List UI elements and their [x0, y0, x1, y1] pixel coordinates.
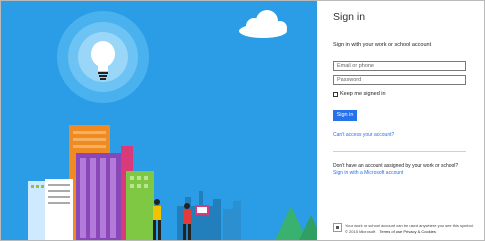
email-field[interactable]	[333, 61, 466, 71]
copyright-text: © 2015 Microsoft	[345, 229, 376, 234]
no-account-text: Don't have an account assigned by your w…	[333, 163, 459, 169]
cant-access-link[interactable]: Can't access your account?	[333, 132, 394, 138]
keep-signed-in-checkbox[interactable]	[333, 91, 338, 97]
illustration-panel	[1, 1, 317, 240]
terms-link[interactable]: Terms of use	[379, 229, 402, 234]
divider	[333, 151, 466, 152]
lightbulb-icon	[57, 11, 149, 103]
instruction-text: Sign in with your work or school account	[333, 42, 432, 48]
work-account-symbol-icon	[333, 223, 342, 232]
footer-links: © 2015 Microsoft Terms of use Privacy & …	[345, 229, 436, 234]
city-illustration	[1, 1, 317, 240]
password-field[interactable]	[333, 75, 466, 85]
keep-signed-in-label: Keep me signed in	[340, 91, 386, 97]
privacy-link[interactable]: Privacy & Cookies	[403, 229, 435, 234]
sign-in-button[interactable]: Sign in	[333, 110, 357, 121]
microsoft-account-link[interactable]: Sign in with a Microsoft account	[333, 170, 403, 176]
keep-signed-in-row[interactable]: Keep me signed in	[333, 90, 386, 98]
signin-panel: Sign in Sign in with your work or school…	[317, 1, 484, 240]
footer-notice: Your work or school account can be used …	[345, 223, 474, 228]
page-title: Sign in	[333, 11, 366, 23]
